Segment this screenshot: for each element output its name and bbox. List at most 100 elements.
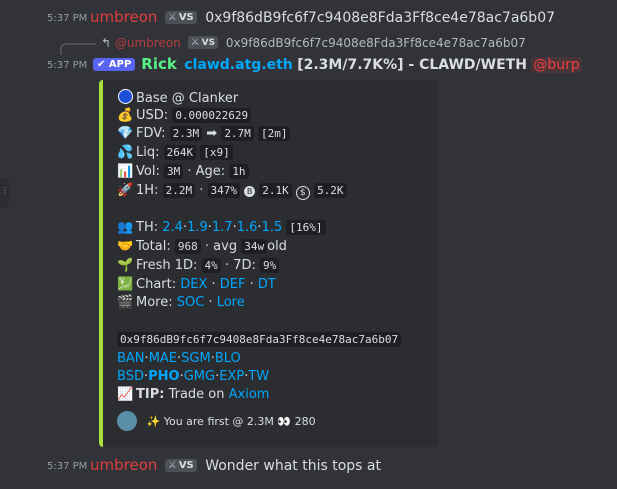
pho-link[interactable]: PHO — [148, 369, 179, 384]
fresh-7d-value: 9% — [260, 258, 280, 273]
exp-link[interactable]: EXP — [219, 369, 244, 384]
reply-preview[interactable]: ↰ @umbreon ⚔ VS 0x9f86dB9fc6f7c9408e8Fda3… — [0, 36, 617, 52]
title-text: [2.3M/7.7K%] - CLAWD/WETH — [297, 57, 527, 73]
blo-link[interactable]: BLO — [215, 351, 241, 366]
author-name[interactable]: Rick — [141, 55, 177, 73]
h1-percent: 347% — [207, 183, 240, 198]
th-value-link[interactable]: 1.6 — [237, 220, 258, 235]
trending-chart-icon: 📈 — [117, 387, 134, 402]
fresh-line: 🌱 Fresh 1D: 4% · 7D: 9% — [117, 258, 280, 273]
droplets-icon: 💦 — [117, 145, 134, 160]
tw-link[interactable]: TW — [248, 369, 269, 384]
ban-link[interactable]: BAN — [117, 351, 145, 366]
old-label: old — [267, 239, 287, 254]
sgm-link[interactable]: SGM — [181, 351, 211, 366]
def-link[interactable]: DEF — [220, 277, 246, 292]
fdv-line: 💎 FDV: 2.3M ➡ 2.7M [2m] — [117, 126, 291, 141]
usd-line: 💰 USD: 0.000022629 — [117, 108, 252, 123]
mae-link[interactable]: MAE — [149, 351, 177, 366]
message-text: 0x9f86dB9fc6f7c9408e8Fda3Ff8ce4e78ac7a6b… — [205, 10, 556, 26]
message-3: 5:37 PM umbreon ⚔ VS Wonder what this top… — [0, 456, 617, 476]
arrow-right-icon: ➡ — [206, 126, 218, 141]
footer-text: You are first @ 2.3M — [163, 415, 274, 428]
clapper-icon: 🎬 — [117, 295, 134, 310]
th-value-link[interactable]: 1.5 — [262, 220, 283, 235]
usd-label: USD: — [136, 108, 169, 123]
chain-line: Base @ Clanker — [117, 89, 238, 106]
lore-link[interactable]: Lore — [217, 295, 245, 310]
th-value-link[interactable]: 1.7 — [212, 220, 233, 235]
money-bag-icon: 💰 — [117, 108, 134, 123]
side-panel-handle[interactable]: ⋮ — [0, 178, 9, 208]
seedling-icon: 🌱 — [117, 258, 134, 273]
vol-value: 3M — [163, 164, 184, 179]
fresh-label: Fresh 1D: — [136, 258, 198, 273]
liq-line: 💦 Liq: 264K [x9] — [117, 145, 233, 160]
h1-line: 🚀 1H: 2.2M · 347% B 2.1K $ 5.2K — [117, 183, 347, 200]
reply-arrow-icon: ↰ — [101, 36, 112, 50]
role-badge: ⚔ VS — [164, 11, 197, 24]
footer-avatar — [117, 411, 137, 431]
sells-icon: $ — [295, 186, 310, 200]
th-line: 👥 TH: 2.4·1.9·1.7·1.6·1.5 [16%] — [117, 220, 326, 235]
eyes-icon: 👀 — [277, 415, 292, 428]
buys-icon: B — [244, 186, 256, 197]
total-label: Total: — [136, 239, 171, 254]
links-row-2: BSD·PHO·GMG·EXP·TW — [117, 369, 270, 384]
vol-line: 📊 Vol: 3M · Age: 1h — [117, 164, 249, 179]
message-text: Wonder what this tops at — [205, 458, 381, 474]
fdv-to: 2.7M — [221, 126, 254, 141]
badge-label: VS — [178, 12, 194, 23]
tip-text: Trade on — [168, 387, 225, 402]
h1-label: 1H: — [136, 183, 159, 198]
app-badge: ✔ APP — [93, 58, 136, 71]
title-link[interactable]: clawd.atg.eth — [184, 57, 292, 73]
liq-multiplier: [x9] — [200, 145, 233, 160]
tip-label: TIP: — [136, 387, 165, 402]
bsd-link[interactable]: BSD — [117, 369, 144, 384]
timestamp: 5:37 PM — [47, 13, 88, 24]
author-name[interactable]: umbreon — [90, 8, 157, 26]
th-value-link[interactable]: 1.9 — [187, 220, 208, 235]
th-label: TH: — [136, 220, 159, 235]
chart-label: Chart: — [136, 277, 177, 292]
reply-mention[interactable]: @umbreon — [115, 36, 181, 50]
usd-value: 0.000022629 — [172, 108, 252, 123]
axiom-link[interactable]: Axiom — [229, 387, 270, 402]
dt-link[interactable]: DT — [258, 277, 276, 292]
links-row-1: BAN·MAE·SGM·BLO — [117, 351, 241, 366]
drag-handle-icon: ⋮ — [1, 186, 9, 195]
h1-volume: 2.2M — [162, 183, 196, 198]
soc-link[interactable]: SOC — [177, 295, 205, 310]
gem-icon: 💎 — [117, 126, 134, 141]
badge-label: VS — [201, 38, 216, 48]
separator-dot: · — [199, 183, 204, 198]
bar-chart-icon: 📊 — [117, 164, 134, 179]
yen-chart-icon: 💹 — [117, 277, 134, 292]
age-value: 1h — [229, 164, 249, 179]
total-value: 968 — [174, 239, 201, 254]
fresh-7d-label: · 7D: — [224, 258, 256, 273]
author-name[interactable]: umbreon — [90, 456, 157, 474]
liq-label: Liq: — [136, 145, 160, 160]
sword-icon: ⚔ — [167, 12, 177, 23]
base-chain-icon — [117, 89, 133, 106]
more-line: 🎬 More: SOC · Lore — [117, 295, 245, 310]
fresh-1d-value: 4% — [201, 258, 221, 273]
h1-sells: 5.2K — [314, 183, 347, 198]
timestamp: 5:37 PM — [47, 461, 88, 472]
th-value-link[interactable]: 2.4 — [162, 220, 183, 235]
people-icon: 👥 — [117, 220, 134, 235]
token-embed: Base @ Clanker 💰 USD: 0.000022629 💎 FDV: 2… — [99, 80, 438, 447]
contract-address[interactable]: 0x9f86dB9fc6f7c9408e8Fda3Ff8ce4e78ac7a6b… — [117, 332, 402, 347]
reply-text: 0x9f86dB9fc6f7c9408e8Fda3Ff8ce4e78ac7a6b… — [225, 36, 526, 50]
app-badge-label: APP — [108, 59, 132, 70]
dex-link[interactable]: DEX — [180, 277, 207, 292]
fdv-label: FDV: — [136, 126, 166, 141]
avg-value: 34w — [241, 239, 268, 254]
th-total: [16%] — [286, 220, 326, 235]
gmg-link[interactable]: GMG — [184, 369, 215, 384]
footer-count: 280 — [294, 415, 316, 428]
check-icon: ✔ — [97, 59, 106, 70]
user-mention[interactable]: @burp — [531, 57, 582, 73]
